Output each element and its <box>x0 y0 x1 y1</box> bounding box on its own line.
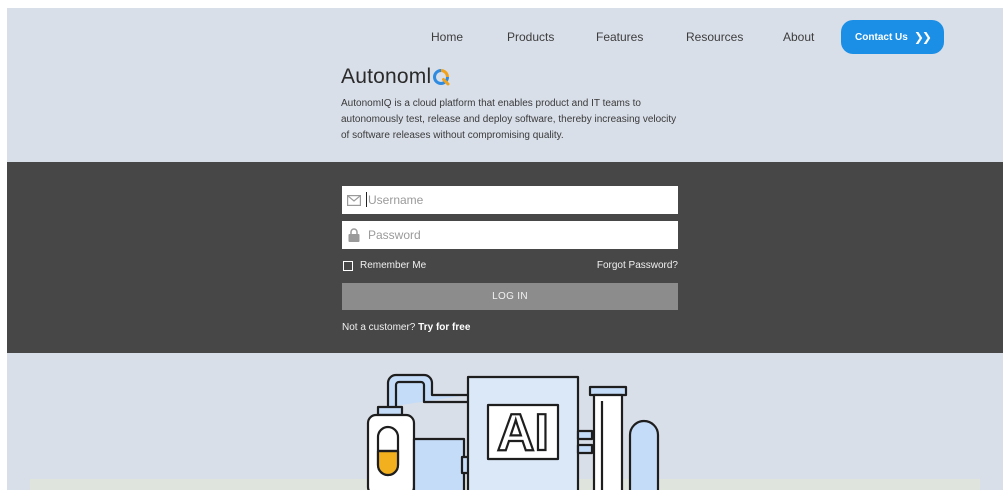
mail-icon <box>347 193 361 207</box>
lock-icon <box>347 228 361 242</box>
password-field <box>342 221 678 249</box>
double-chevron-right-icon: ❯❯ <box>913 30 932 44</box>
signup-prompt: Not a customer? Try for free <box>342 322 470 333</box>
nav-about[interactable]: About <box>783 30 814 44</box>
username-input[interactable] <box>368 193 658 207</box>
contact-us-label: Contact Us <box>855 31 908 43</box>
brand-logo: Autonoml <box>341 65 450 89</box>
password-input[interactable] <box>368 228 658 242</box>
nav-features[interactable]: Features <box>596 30 643 44</box>
not-customer-text: Not a customer? <box>342 322 416 333</box>
page: Home Products Features Resources About C… <box>0 0 1003 490</box>
brand-tagline: AutonomIQ is a cloud platform that enabl… <box>341 98 677 141</box>
text-caret <box>366 192 367 207</box>
nav-resources[interactable]: Resources <box>686 30 743 44</box>
contact-us-button[interactable]: Contact Us ❯❯ <box>841 20 944 54</box>
ai-machine-illustration: AI <box>366 373 660 490</box>
remember-label: Remember Me <box>360 260 427 271</box>
username-field <box>342 186 678 214</box>
forgot-password-link[interactable]: Forgot Password? <box>597 260 678 271</box>
remember-me[interactable]: Remember Me <box>343 260 426 271</box>
try-for-free-link[interactable]: Try for free <box>418 322 470 333</box>
remember-checkbox[interactable] <box>343 260 353 271</box>
q-ring-icon <box>432 68 450 86</box>
brand-name: Autonoml <box>341 65 432 88</box>
nav-products[interactable]: Products <box>507 30 554 44</box>
nav-home[interactable]: Home <box>431 30 463 44</box>
illustration-ai-label: AI <box>497 404 549 462</box>
login-button[interactable]: LOG IN <box>342 283 678 310</box>
